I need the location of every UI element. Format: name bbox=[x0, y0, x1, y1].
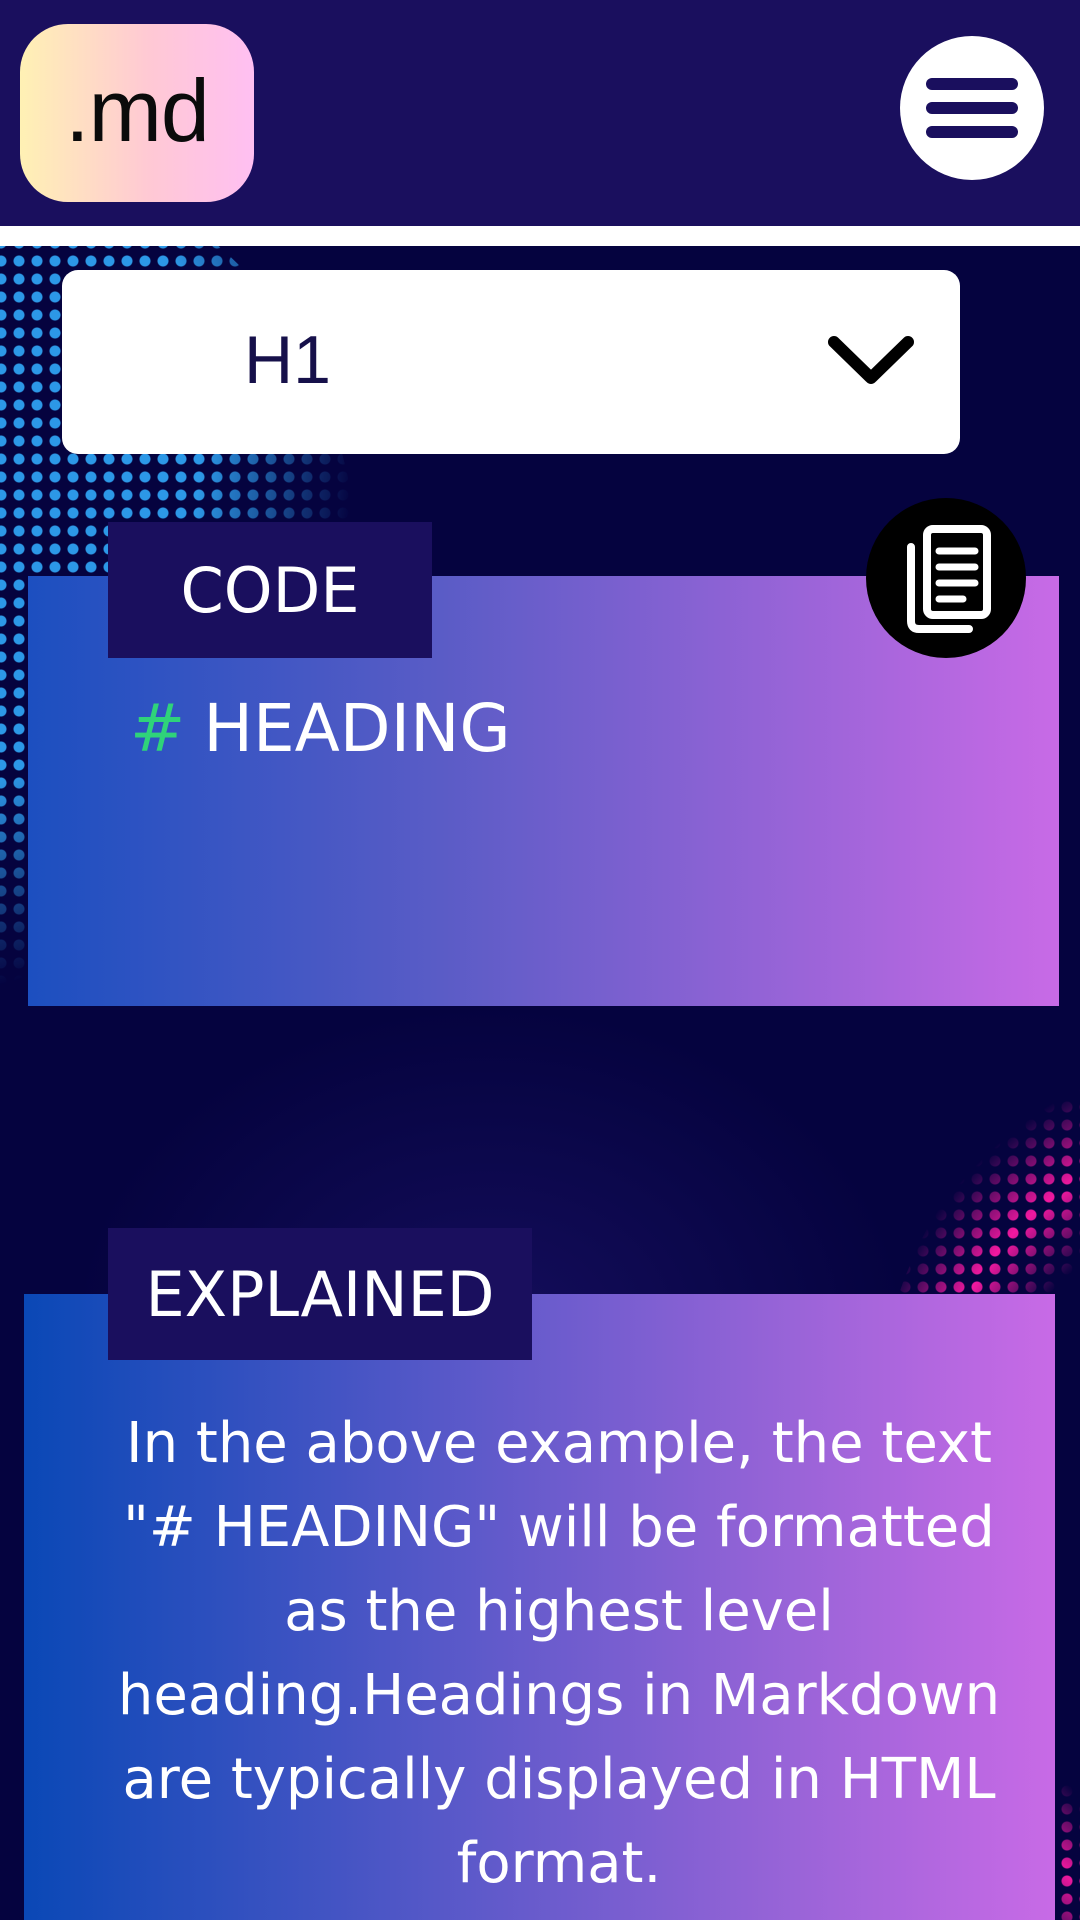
code-text: HEADING bbox=[203, 690, 511, 767]
page: .md H1 CODE # HEADING EXPLAINED In the a… bbox=[0, 0, 1080, 1920]
logo[interactable]: .md bbox=[20, 24, 254, 202]
code-hash: # bbox=[130, 690, 186, 767]
copy-document-icon bbox=[907, 525, 991, 633]
logo-text: .md bbox=[65, 61, 210, 160]
code-label-text: CODE bbox=[180, 553, 360, 627]
chevron-down-icon bbox=[828, 336, 914, 384]
hamburger-menu-icon bbox=[926, 78, 1018, 138]
header-divider bbox=[0, 226, 1080, 246]
explained-label: EXPLAINED bbox=[108, 1228, 532, 1360]
explained-label-text: EXPLAINED bbox=[145, 1257, 495, 1331]
heading-level-select[interactable]: H1 bbox=[62, 270, 960, 454]
copy-button[interactable] bbox=[866, 498, 1026, 658]
app-header: .md bbox=[0, 0, 1080, 226]
explanation-text: In the above example, the text "# HEADIN… bbox=[117, 1411, 1001, 1896]
code-snippet: # HEADING bbox=[130, 690, 511, 767]
code-label: CODE bbox=[108, 522, 432, 658]
menu-button[interactable] bbox=[900, 36, 1044, 180]
select-value: H1 bbox=[244, 322, 331, 398]
